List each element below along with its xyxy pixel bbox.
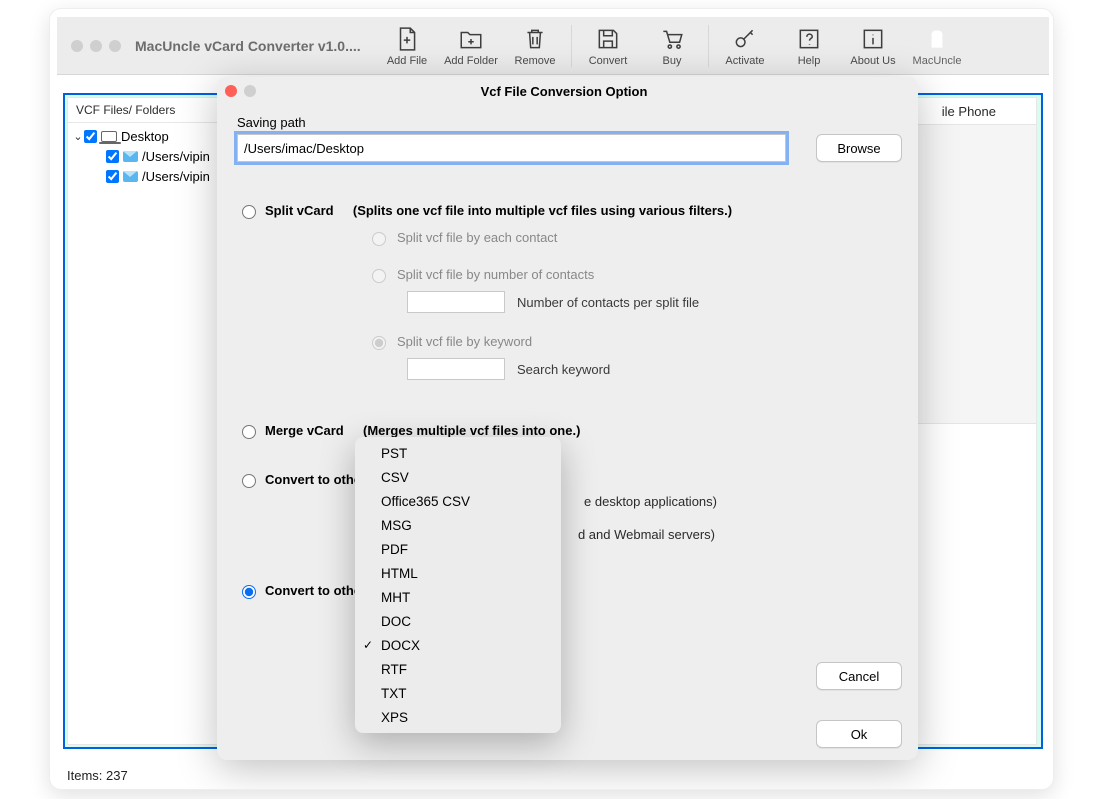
split-by-number-label: Split vcf file by number of contacts	[397, 267, 594, 282]
cart-icon	[657, 24, 687, 54]
split-vcard-desc: (Splits one vcf file into multiple vcf f…	[353, 203, 732, 218]
ok-button[interactable]: Ok	[816, 720, 902, 748]
key-icon	[730, 24, 760, 54]
radio	[372, 269, 386, 283]
radio	[372, 232, 386, 246]
folder-plus-icon	[456, 24, 486, 54]
zoom-icon[interactable]	[109, 40, 121, 52]
split-vcard-label: Split vCard	[265, 203, 334, 218]
saving-path-input[interactable]	[237, 134, 786, 162]
file-plus-icon	[392, 24, 422, 54]
convert-to-other-1-label: Convert to othe	[265, 472, 361, 487]
format-dropdown[interactable]: PSTCSVOffice365 CSVMSGPDFHTMLMHTDOCDOCXR…	[355, 437, 561, 733]
dialog-titlebar: Vcf File Conversion Option	[217, 77, 918, 105]
format-option-rtf[interactable]: RTF	[355, 657, 561, 681]
column-header[interactable]: ile Phone	[930, 98, 1026, 124]
format-option-html[interactable]: HTML	[355, 561, 561, 585]
format-option-msg[interactable]: MSG	[355, 513, 561, 537]
format-option-doc[interactable]: DOC	[355, 609, 561, 633]
info-icon	[858, 24, 888, 54]
format-option-mht[interactable]: MHT	[355, 585, 561, 609]
checkbox[interactable]	[106, 170, 119, 183]
add-folder-label: Add Folder	[444, 55, 498, 67]
tree-item-label: /Users/vipin	[142, 149, 210, 164]
add-file-button[interactable]: Add File	[375, 24, 439, 67]
radio[interactable]	[242, 205, 256, 219]
toolbar: Add File Add Folder Remove	[375, 17, 969, 74]
help-button[interactable]: Help	[777, 24, 841, 67]
status-bar: Items: 237	[57, 761, 1049, 789]
tree-root-label: Desktop	[121, 129, 169, 144]
convert-button[interactable]: Convert	[576, 24, 640, 67]
activate-button[interactable]: Activate	[713, 24, 777, 67]
main-titlebar: MacUncle vCard Converter v1.0.... Add Fi…	[57, 17, 1049, 75]
brand-button[interactable]: MacUncle	[905, 24, 969, 67]
convert-to-other-2-label: Convert to othe	[265, 583, 361, 598]
split-vcard-option[interactable]: Split vCard (Splits one vcf file into mu…	[237, 202, 902, 219]
search-keyword-label: Search keyword	[517, 362, 610, 377]
vcard-file-icon	[123, 151, 138, 162]
help-icon	[794, 24, 824, 54]
window-controls[interactable]	[71, 40, 121, 52]
browse-button[interactable]: Browse	[816, 134, 902, 162]
contacts-per-file-input	[407, 291, 505, 313]
search-keyword-input	[407, 358, 505, 380]
status-items-label: Items:	[67, 768, 102, 783]
format-option-docx[interactable]: DOCX	[355, 633, 561, 657]
saving-path-label: Saving path	[237, 115, 902, 130]
buy-label: Buy	[663, 55, 682, 67]
minimize-icon[interactable]	[90, 40, 102, 52]
convert-label: Convert	[589, 55, 628, 67]
status-items-count: 237	[106, 768, 128, 783]
split-by-keyword-label: Split vcf file by keyword	[397, 334, 532, 349]
convert-1-note-1: e desktop applications)	[584, 494, 717, 509]
about-us-label: About Us	[850, 55, 895, 67]
close-icon[interactable]	[71, 40, 83, 52]
add-file-label: Add File	[387, 55, 427, 67]
format-option-pdf[interactable]: PDF	[355, 537, 561, 561]
radio[interactable]	[242, 585, 256, 599]
remove-button[interactable]: Remove	[503, 24, 567, 67]
checkbox[interactable]	[106, 150, 119, 163]
tree-item-label: /Users/vipin	[142, 169, 210, 184]
split-by-contact-label: Split vcf file by each contact	[397, 230, 557, 245]
save-icon	[593, 24, 623, 54]
checkbox[interactable]	[84, 130, 97, 143]
remove-label: Remove	[515, 55, 556, 67]
radio[interactable]	[242, 425, 256, 439]
activate-label: Activate	[725, 55, 764, 67]
format-option-csv[interactable]: CSV	[355, 465, 561, 489]
radio	[372, 336, 386, 350]
convert-1-note-2: d and Webmail servers)	[578, 527, 715, 542]
conversion-options-dialog: Vcf File Conversion Option Saving path B…	[217, 77, 918, 760]
app-frame: MacUncle vCard Converter v1.0.... Add Fi…	[49, 8, 1054, 790]
brand-label: MacUncle	[913, 55, 962, 67]
split-by-number-option: Split vcf file by number of contacts	[367, 266, 902, 283]
trash-icon	[520, 24, 550, 54]
desktop-icon	[101, 131, 117, 142]
app-title: MacUncle vCard Converter v1.0....	[135, 38, 365, 54]
about-us-button[interactable]: About Us	[841, 24, 905, 67]
radio[interactable]	[242, 474, 256, 488]
split-by-contact-option: Split vcf file by each contact	[367, 229, 902, 246]
merge-vcard-desc: (Merges multiple vcf files into one.)	[363, 423, 580, 438]
chevron-down-icon[interactable]: ⌄	[72, 130, 84, 143]
split-by-keyword-option: Split vcf file by keyword	[367, 333, 902, 350]
dialog-title: Vcf File Conversion Option	[218, 84, 910, 99]
add-folder-button[interactable]: Add Folder	[439, 24, 503, 67]
convert-to-other-2-option[interactable]: Convert to othe	[237, 582, 902, 599]
format-option-txt[interactable]: TXT	[355, 681, 561, 705]
format-option-pst[interactable]: PST	[355, 441, 561, 465]
help-label: Help	[798, 55, 821, 67]
brand-icon	[922, 24, 952, 54]
convert-to-other-1-option[interactable]: Convert to othe	[237, 471, 902, 488]
merge-vcard-option[interactable]: Merge vCard (Merges multiple vcf files i…	[237, 422, 902, 439]
vcard-file-icon	[123, 171, 138, 182]
cancel-button[interactable]: Cancel	[816, 662, 902, 690]
buy-button[interactable]: Buy	[640, 24, 704, 67]
contacts-per-file-label: Number of contacts per split file	[517, 295, 699, 310]
merge-vcard-label: Merge vCard	[265, 423, 344, 438]
format-option-office365-csv[interactable]: Office365 CSV	[355, 489, 561, 513]
format-option-xps[interactable]: XPS	[355, 705, 561, 729]
